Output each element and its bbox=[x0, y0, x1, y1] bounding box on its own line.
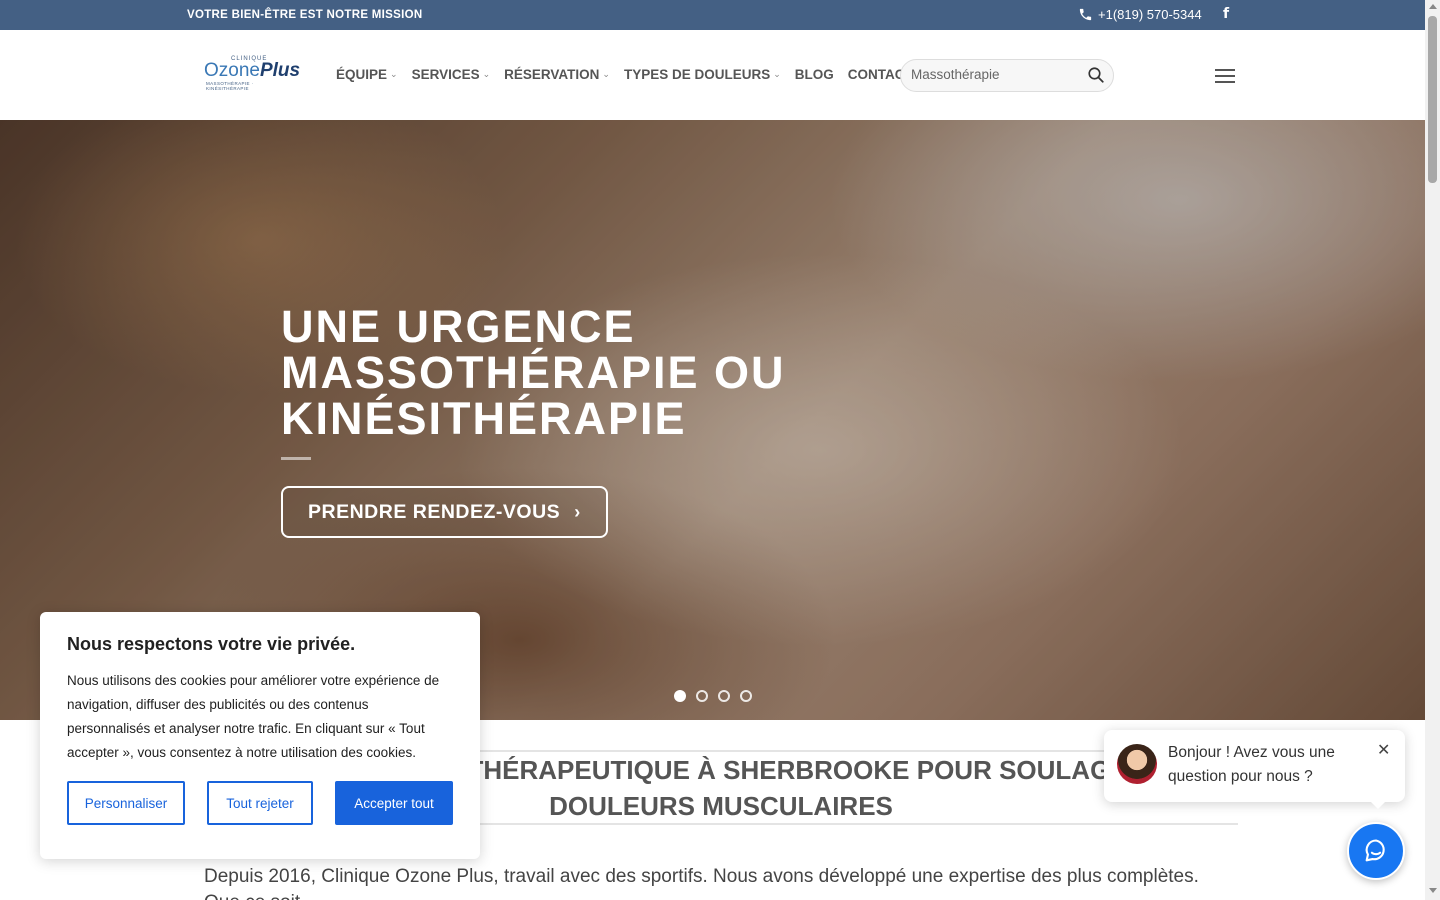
nav-item-services[interactable]: SERVICES ⌄ bbox=[412, 67, 491, 82]
slider-dot-1[interactable] bbox=[674, 690, 686, 702]
book-appointment-button[interactable]: PRENDRE RENDEZ-VOUS › bbox=[281, 486, 608, 538]
cookie-text: Nous utilisons des cookies pour améliore… bbox=[67, 673, 440, 760]
scroll-down-icon[interactable] bbox=[1429, 888, 1437, 893]
cookie-title: Nous respectons votre vie privée. bbox=[67, 634, 356, 654]
chevron-down-icon: ⌄ bbox=[773, 69, 781, 79]
facebook-icon[interactable]: f bbox=[1223, 6, 1229, 22]
menu-icon[interactable] bbox=[1215, 69, 1235, 83]
mission-text: VOTRE BIEN-ÊTRE EST NOTRE MISSION bbox=[187, 9, 423, 21]
avatar bbox=[1117, 744, 1157, 784]
cookie-buttons: Personnaliser Tout rejeter Accepter tout bbox=[67, 781, 453, 825]
nav-item-equipe[interactable]: ÉQUIPE ⌄ bbox=[336, 67, 398, 82]
chat-popup[interactable]: Bonjour ! Avez vous une question pour no… bbox=[1104, 730, 1405, 809]
logo[interactable]: CLINIQUE OzonePlus MASSOTHÉRAPIE · KINÉS… bbox=[204, 56, 300, 91]
hero-title: UNE URGENCE MASSOTHÉRAPIE OU KINÉSITHÉRA… bbox=[281, 301, 786, 444]
accept-all-button[interactable]: Accepter tout bbox=[335, 781, 453, 825]
hero-divider bbox=[281, 457, 311, 460]
top-bar: VOTRE BIEN-ÊTRE EST NOTRE MISSION +1(819… bbox=[0, 0, 1425, 30]
search-input[interactable] bbox=[911, 67, 1071, 82]
scroll-up-icon[interactable] bbox=[1429, 4, 1437, 9]
chevron-right-icon: › bbox=[574, 501, 581, 522]
slider-dot-2[interactable] bbox=[696, 690, 708, 702]
logo-tagline: MASSOTHÉRAPIE · KINÉSITHÉRAPIE bbox=[206, 81, 254, 91]
chat-icon bbox=[1365, 839, 1385, 862]
scrollbar-thumb[interactable] bbox=[1428, 16, 1437, 183]
chat-button[interactable] bbox=[1347, 822, 1405, 880]
search-icon[interactable] bbox=[1087, 66, 1105, 84]
nav-item-reservation[interactable]: RÉSERVATION ⌄ bbox=[504, 67, 610, 82]
nav-item-blog[interactable]: BLOG bbox=[795, 67, 834, 82]
nav-item-types-de-douleurs[interactable]: TYPES DE DOULEURS ⌄ bbox=[624, 67, 781, 82]
phone-link[interactable]: +1(819) 570-5344 bbox=[1078, 7, 1202, 22]
search-box bbox=[900, 59, 1114, 92]
slider-dot-4[interactable] bbox=[740, 690, 752, 702]
chevron-down-icon: ⌄ bbox=[602, 69, 610, 79]
intro-paragraph: Depuis 2016, Clinique Ozone Plus, travai… bbox=[204, 866, 1199, 900]
phone-icon bbox=[1079, 8, 1092, 21]
close-icon[interactable]: ✕ bbox=[1377, 740, 1390, 759]
scrollbar[interactable] bbox=[1425, 0, 1440, 900]
slider-dots bbox=[674, 690, 752, 702]
logo-name: OzonePlus bbox=[204, 60, 301, 81]
slider-dot-3[interactable] bbox=[718, 690, 730, 702]
reject-all-button[interactable]: Tout rejeter bbox=[207, 781, 313, 825]
chat-message: Bonjour ! Avez vous une question pour no… bbox=[1168, 744, 1335, 785]
chevron-down-icon: ⌄ bbox=[390, 69, 398, 79]
cookie-banner: Nous respectons votre vie privée. Nous u… bbox=[40, 612, 480, 859]
chevron-down-icon: ⌄ bbox=[482, 69, 491, 79]
site-header: CLINIQUE OzonePlus MASSOTHÉRAPIE · KINÉS… bbox=[0, 30, 1425, 120]
phone-number: +1(819) 570-5344 bbox=[1098, 7, 1202, 22]
main-nav: ÉQUIPE ⌄ SERVICES ⌄ RÉSERVATION ⌄ TYPES DE … bbox=[336, 67, 913, 82]
customize-button[interactable]: Personnaliser bbox=[67, 781, 185, 825]
